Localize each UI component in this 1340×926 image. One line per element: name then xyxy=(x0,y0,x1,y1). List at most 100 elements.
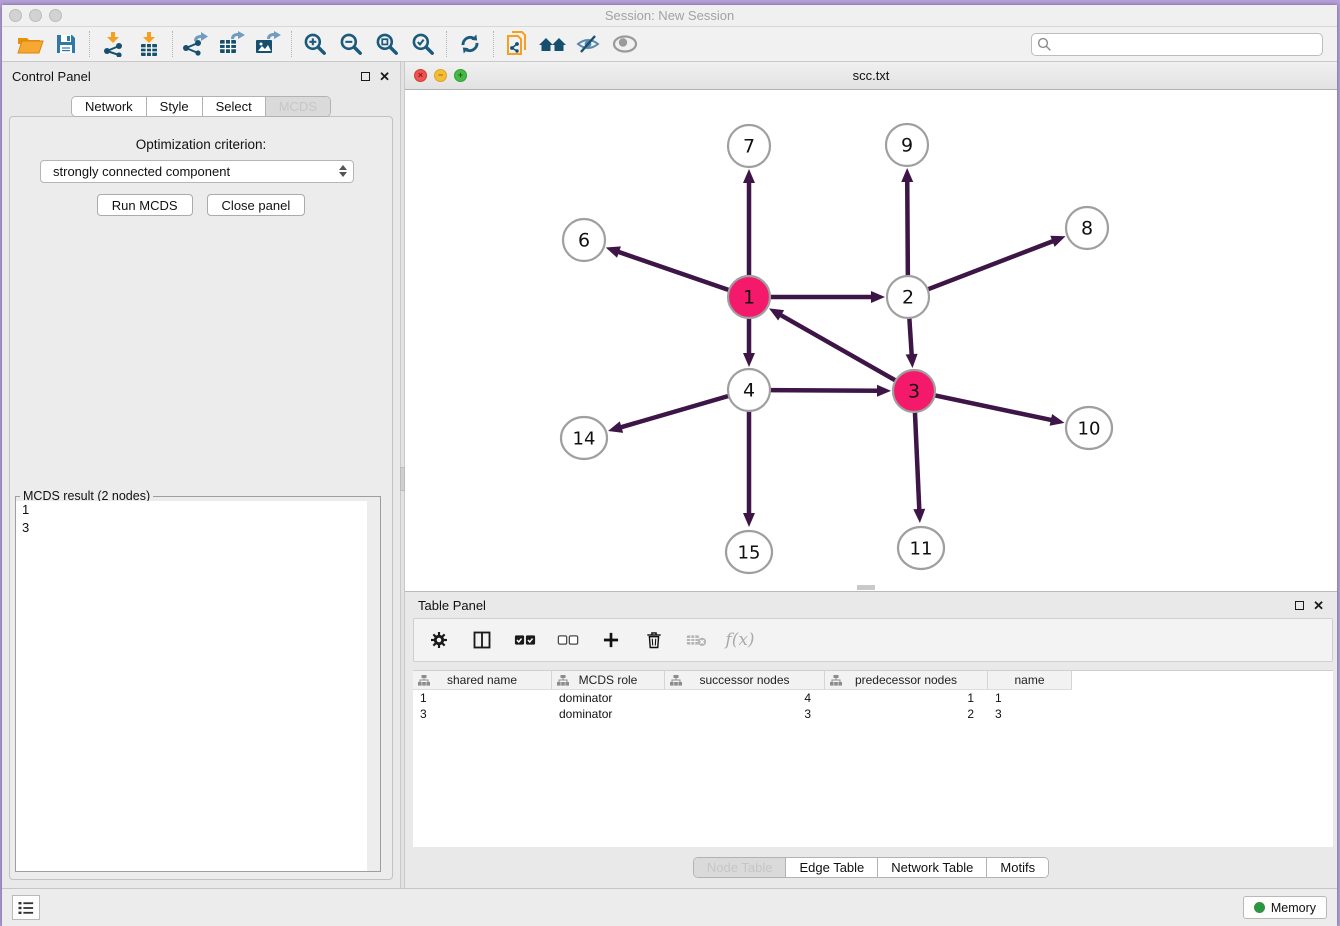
close-panel-button[interactable]: Close panel xyxy=(207,194,306,216)
hide-graphics-details-button[interactable] xyxy=(571,29,607,59)
svg-text:15: 15 xyxy=(738,543,761,564)
svg-text:11: 11 xyxy=(910,539,933,560)
graph-edge-4-3[interactable] xyxy=(770,390,879,391)
graph-edge-2-8[interactable] xyxy=(928,241,1055,290)
graph-node-3[interactable]: 3 xyxy=(893,370,935,412)
graph-node-1[interactable]: 1 xyxy=(728,276,770,318)
task-history-button[interactable] xyxy=(12,895,40,920)
graph-edge-3-11[interactable] xyxy=(915,412,919,511)
show-all-columns-button[interactable] xyxy=(512,627,538,653)
tab-style[interactable]: Style xyxy=(147,97,203,116)
export-network-button[interactable] xyxy=(178,29,214,59)
delete-columns-button[interactable] xyxy=(641,627,667,653)
graph-edge-2-9[interactable] xyxy=(907,180,908,276)
column-header-predecessor-nodes[interactable]: predecessor nodes xyxy=(825,671,988,690)
graph-edge-1-6[interactable] xyxy=(617,251,729,290)
graph-node-14[interactable]: 14 xyxy=(561,417,607,459)
function-builder-button[interactable]: f(x) xyxy=(727,627,753,653)
tab-mcds[interactable]: MCDS xyxy=(266,97,330,116)
cell-predecessor-nodes[interactable]: 2 xyxy=(825,706,988,722)
toggle-panel-mode-button[interactable] xyxy=(469,627,495,653)
run-mcds-button[interactable]: Run MCDS xyxy=(97,194,193,216)
show-graphics-details-button[interactable] xyxy=(607,29,643,59)
graph-node-4[interactable]: 4 xyxy=(728,369,770,411)
gear-icon xyxy=(429,630,449,650)
column-header-shared-name[interactable]: shared name xyxy=(413,671,552,690)
new-network-from-selection-button[interactable] xyxy=(499,29,535,59)
column-type-icon xyxy=(418,675,430,686)
cell-successor-nodes[interactable]: 4 xyxy=(665,690,825,706)
table-header-row: shared name MCDS role successor nodes pr… xyxy=(413,671,1333,690)
table-row[interactable]: 3 dominator 3 2 3 xyxy=(413,706,1333,722)
column-header-successor-nodes[interactable]: successor nodes xyxy=(665,671,825,690)
float-table-panel-icon[interactable] xyxy=(1295,601,1304,610)
home-button[interactable] xyxy=(535,29,571,59)
cell-shared-name[interactable]: 1 xyxy=(413,690,552,706)
export-table-button[interactable] xyxy=(214,29,250,59)
table-panel-title: Table Panel xyxy=(418,598,486,613)
mcds-result-text[interactable]: 1 3 xyxy=(16,501,380,871)
float-panel-icon[interactable] xyxy=(361,72,370,81)
cell-predecessor-nodes[interactable]: 1 xyxy=(825,690,988,706)
cell-shared-name[interactable]: 3 xyxy=(413,706,552,722)
tab-motifs[interactable]: Motifs xyxy=(987,858,1048,877)
table-row[interactable]: 1 dominator 4 1 1 xyxy=(413,690,1333,706)
column-header-mcds-role[interactable]: MCDS role xyxy=(552,671,665,690)
zoom-selected-button[interactable] xyxy=(405,29,441,59)
home-icon xyxy=(538,32,568,56)
network-graph[interactable]: 7 9 6 8 1 2 4 3 14 10 15 11 xyxy=(405,90,1337,591)
graph-node-15[interactable]: 15 xyxy=(726,531,772,573)
network-canvas[interactable]: 7 9 6 8 1 2 4 3 14 10 15 11 xyxy=(405,90,1337,591)
network-close-button[interactable]: × xyxy=(414,69,427,82)
open-session-button[interactable] xyxy=(12,29,48,59)
tab-network[interactable]: Network xyxy=(72,97,147,116)
result-scrollbar[interactable] xyxy=(367,501,380,871)
import-network-button[interactable] xyxy=(95,29,131,59)
zoom-out-button[interactable] xyxy=(333,29,369,59)
column-type-icon xyxy=(830,675,842,686)
network-maximize-button[interactable]: + xyxy=(454,69,467,82)
cell-successor-nodes[interactable]: 3 xyxy=(665,706,825,722)
memory-button[interactable]: Memory xyxy=(1243,896,1327,919)
close-panel-icon[interactable]: ✕ xyxy=(379,72,390,81)
cell-name[interactable]: 1 xyxy=(988,690,1072,706)
criterion-select[interactable]: strongly connected component xyxy=(40,160,354,183)
graph-node-8[interactable]: 8 xyxy=(1066,207,1108,249)
column-header-name[interactable]: name xyxy=(988,671,1072,690)
export-table-icon xyxy=(218,31,246,57)
import-table-button[interactable] xyxy=(131,29,167,59)
save-session-button[interactable] xyxy=(48,29,84,59)
graph-edge-arrowhead xyxy=(901,168,913,182)
graph-node-10[interactable]: 10 xyxy=(1066,407,1112,449)
graph-node-9[interactable]: 9 xyxy=(886,124,928,166)
export-image-button[interactable] xyxy=(250,29,286,59)
cell-mcds-role[interactable]: dominator xyxy=(552,706,665,722)
tab-edge-table[interactable]: Edge Table xyxy=(786,858,878,877)
graph-node-7[interactable]: 7 xyxy=(728,125,770,167)
apply-layout-button[interactable] xyxy=(452,29,488,59)
graph-edge-3-10[interactable] xyxy=(935,395,1053,420)
graph-node-6[interactable]: 6 xyxy=(563,219,605,261)
tab-network-table[interactable]: Network Table xyxy=(878,858,987,877)
graph-edge-3-1[interactable] xyxy=(779,314,895,380)
graph-edge-arrowhead xyxy=(606,246,621,257)
cell-mcds-role[interactable]: dominator xyxy=(552,690,665,706)
zoom-fit-button[interactable] xyxy=(369,29,405,59)
network-minimize-button[interactable]: − xyxy=(434,69,447,82)
delete-table-button[interactable] xyxy=(684,627,710,653)
graph-edge-4-14[interactable] xyxy=(620,396,729,428)
table-settings-button[interactable] xyxy=(426,627,452,653)
tab-node-table[interactable]: Node Table xyxy=(694,858,787,877)
close-table-panel-icon[interactable]: ✕ xyxy=(1313,601,1324,610)
canvas-scrollbar[interactable] xyxy=(857,585,875,590)
toolbar-separator xyxy=(291,31,292,57)
graph-edge-2-3[interactable] xyxy=(909,318,911,356)
cell-name[interactable]: 3 xyxy=(988,706,1072,722)
search-input[interactable] xyxy=(1031,33,1323,56)
zoom-in-button[interactable] xyxy=(297,29,333,59)
hide-all-columns-button[interactable] xyxy=(555,627,581,653)
tab-select[interactable]: Select xyxy=(203,97,266,116)
create-column-button[interactable] xyxy=(598,627,624,653)
graph-node-2[interactable]: 2 xyxy=(887,276,929,318)
graph-node-11[interactable]: 11 xyxy=(898,527,944,569)
